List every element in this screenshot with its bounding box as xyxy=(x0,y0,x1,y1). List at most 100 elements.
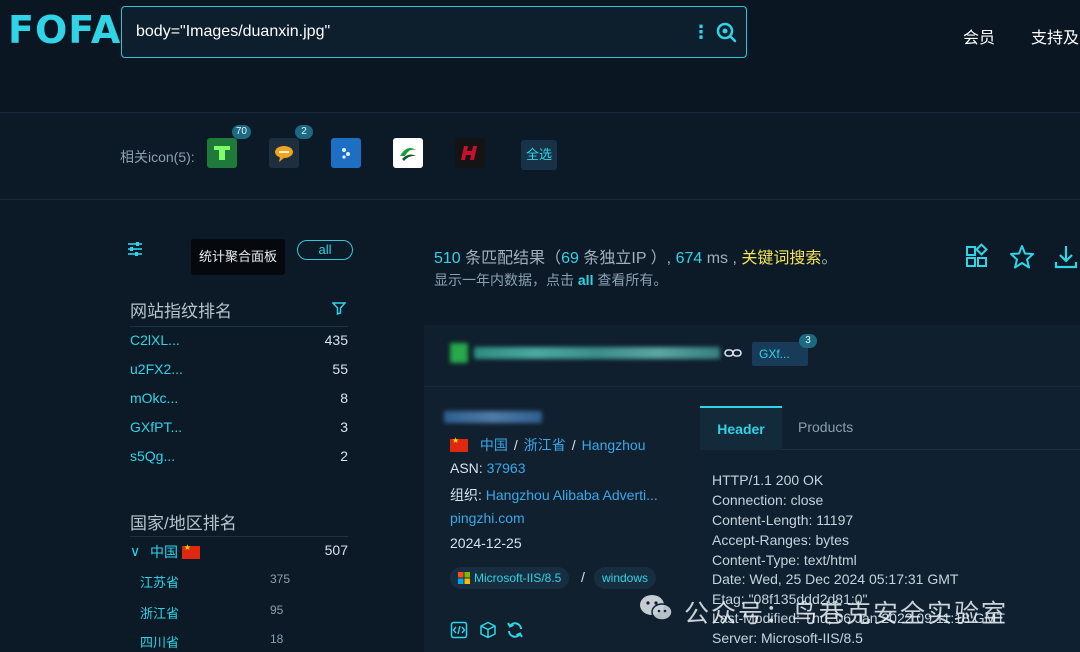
chevron-down-icon[interactable]: ∨ xyxy=(130,543,140,560)
code-icon[interactable] xyxy=(450,621,468,639)
header-line: HTTP/1.1 200 OK xyxy=(712,472,824,488)
search-box[interactable]: ⋮ xyxy=(121,6,747,58)
tag-separator: / xyxy=(581,569,585,585)
fingerprint-ranking-title: 网站指纹排名 xyxy=(130,302,232,321)
header-line: Connection: close xyxy=(712,492,824,508)
ip-count: 69 xyxy=(561,250,579,267)
country-count: 507 xyxy=(324,542,348,558)
favicon-blue-dots-icon[interactable] xyxy=(331,138,361,168)
nav-support[interactable]: 支持及 xyxy=(1031,24,1079,48)
location-city[interactable]: Hangzhou xyxy=(582,437,646,453)
result-count: 510 xyxy=(434,250,461,267)
results-subsummary: 显示一年内数据，点击 all 查看所有。 xyxy=(434,272,668,288)
favicon-green-swirl-icon[interactable] xyxy=(393,138,423,168)
select-all-button[interactable]: 全选 xyxy=(521,140,557,170)
province-count: 95 xyxy=(270,603,284,617)
search-icon[interactable] xyxy=(714,20,738,44)
fingerprint-count: 55 xyxy=(332,361,348,377)
fingerprint-row[interactable]: GXfPT... 3 xyxy=(130,419,348,439)
province-row[interactable]: 浙江省 95 xyxy=(140,603,340,621)
results-summary: 510 条匹配结果（69 条独立IP ）, 674 ms , 关键词搜索。 xyxy=(434,250,838,267)
domain-line: pingzhi.com xyxy=(450,510,525,526)
redacted-ip[interactable] xyxy=(444,411,542,423)
province-name[interactable]: 浙江省 xyxy=(140,603,179,622)
country-name[interactable]: 中国 xyxy=(150,542,200,562)
domain-link[interactable]: pingzhi.com xyxy=(450,510,525,526)
fingerprint-row[interactable]: s5Qg... 2 xyxy=(130,448,348,468)
fingerprint-count: 8 xyxy=(340,390,348,406)
favicon-green-icon[interactable]: 70 xyxy=(207,125,251,168)
province-row[interactable]: 四川省 18 xyxy=(140,632,340,650)
favicon-chat-bubble-icon[interactable]: 2 xyxy=(269,125,313,168)
header-line: Content-Type: text/html xyxy=(712,552,857,568)
fingerprint-count: 3 xyxy=(340,419,348,435)
query-ms: 674 xyxy=(675,250,703,267)
server-tag[interactable]: Microsoft-IIS/8.5 xyxy=(450,567,570,589)
cube-icon[interactable] xyxy=(479,621,497,639)
country-ranking-title: 国家/地区排名 xyxy=(130,514,237,533)
icon-count-badge: 70 xyxy=(231,125,251,139)
fingerprint-tag[interactable]: GXf... 3 xyxy=(752,334,817,366)
location-line: 中国/浙江省/Hangzhou xyxy=(450,435,646,455)
redacted-host[interactable] xyxy=(474,347,720,359)
province-count: 375 xyxy=(270,572,291,586)
refresh-icon[interactable] xyxy=(506,621,524,639)
keyword-search-link[interactable]: 关键词搜索 xyxy=(741,250,821,267)
fingerprint-row[interactable]: u2FX2... 55 xyxy=(130,361,348,381)
fingerprint-count: 435 xyxy=(324,332,348,348)
country-row[interactable]: ∨ 中国 507 xyxy=(130,542,348,562)
location-province[interactable]: 浙江省 xyxy=(524,437,566,453)
province-name[interactable]: 江苏省 xyxy=(140,572,179,591)
all-toggle[interactable]: all xyxy=(297,240,353,260)
search-input[interactable] xyxy=(136,20,676,44)
grid-view-icon[interactable] xyxy=(963,243,991,271)
card-header: GXf... 3 xyxy=(424,325,1080,387)
location-country[interactable]: 中国 xyxy=(480,437,508,453)
fofa-logo[interactable]: FOFA xyxy=(8,8,121,52)
fingerprint-row[interactable]: mOkc... 8 xyxy=(130,390,348,410)
favicon-red-logo-icon[interactable] xyxy=(455,138,485,168)
province-count: 18 xyxy=(270,632,284,646)
fingerprint-name[interactable]: GXfPT... xyxy=(130,419,182,435)
star-icon[interactable] xyxy=(1008,243,1036,271)
related-icons-row: 相关icon(5): 70 2 全选 xyxy=(0,114,1080,200)
header-line: Date: Wed, 25 Dec 2024 05:17:31 GMT xyxy=(712,571,959,587)
nav-membership[interactable]: 会员 xyxy=(963,24,995,48)
related-icons-label: 相关icon(5): xyxy=(120,149,195,165)
org-link[interactable]: Hangzhou Alibaba Adverti... xyxy=(486,487,658,503)
fingerprint-count: 2 xyxy=(340,448,348,464)
os-tag[interactable]: windows xyxy=(594,567,657,589)
divider xyxy=(130,536,348,537)
microsoft-icon xyxy=(458,572,470,584)
header-line: Server: Microsoft-IIS/8.5 xyxy=(712,630,863,646)
more-options-icon[interactable]: ⋮ xyxy=(692,21,710,43)
link-icon[interactable] xyxy=(724,347,742,359)
fingerprint-name[interactable]: C2lXL... xyxy=(130,332,180,348)
show-all-link[interactable]: all xyxy=(578,272,594,288)
fingerprint-name[interactable]: s5Qg... xyxy=(130,448,175,464)
province-row[interactable]: 江苏省 375 xyxy=(140,572,340,590)
header-line: Content-Length: 11197 xyxy=(712,512,854,528)
fingerprint-name[interactable]: u2FX2... xyxy=(130,361,183,377)
stats-panel-tooltip: 统计聚合面板 xyxy=(191,239,285,275)
redacted-favicon xyxy=(450,343,468,363)
asn-link[interactable]: 37963 xyxy=(487,460,526,476)
fingerprint-row[interactable]: C2lXL... 435 xyxy=(130,332,348,352)
sliders-icon[interactable] xyxy=(126,240,144,258)
download-icon[interactable] xyxy=(1052,243,1080,271)
china-flag-icon xyxy=(181,543,200,559)
asn-line: ASN: 37963 xyxy=(450,460,526,476)
tag-count-badge: 3 xyxy=(799,334,817,348)
tab-header[interactable]: Header xyxy=(700,406,782,450)
org-line: 组织: Hangzhou Alibaba Adverti... xyxy=(450,487,658,503)
date-line: 2024-12-25 xyxy=(450,535,522,551)
divider xyxy=(130,326,348,327)
funnel-filter-icon[interactable] xyxy=(332,301,346,315)
fingerprint-name[interactable]: mOkc... xyxy=(130,390,178,406)
top-bar: FOFA ⋮ 会员 支持及 xyxy=(0,0,1080,113)
china-flag-icon xyxy=(450,436,468,452)
province-name[interactable]: 四川省 xyxy=(140,632,179,651)
header-line: Accept-Ranges: bytes xyxy=(712,532,849,548)
panel-tabs: Header Products xyxy=(700,406,1080,450)
tab-products[interactable]: Products xyxy=(798,406,853,450)
